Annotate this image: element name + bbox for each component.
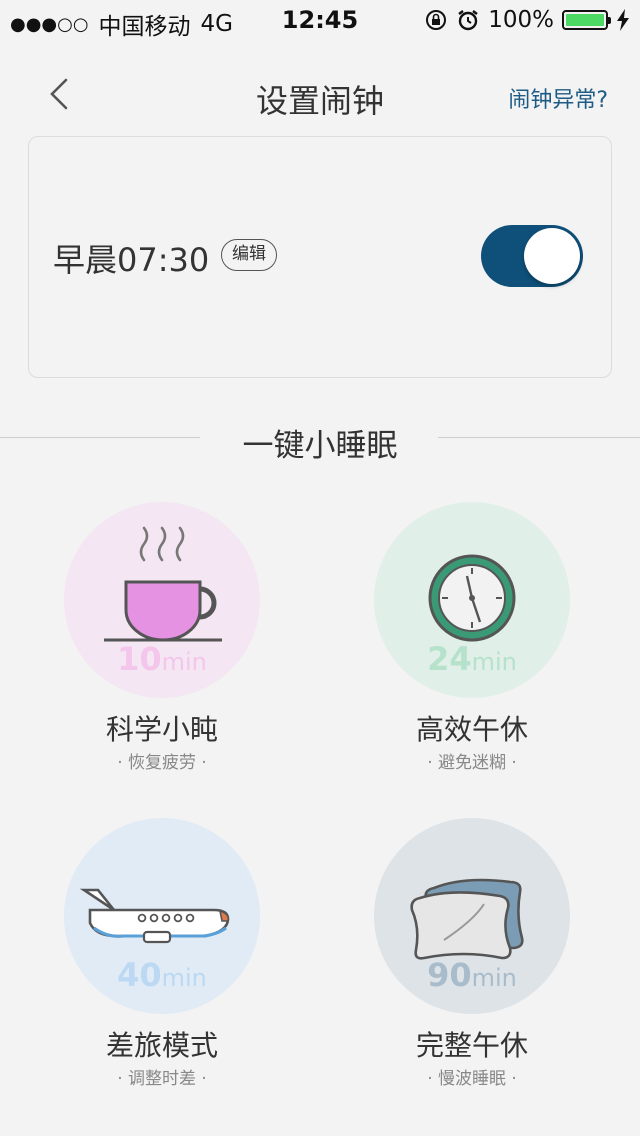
- section-title: 一键小睡眠: [242, 428, 398, 464]
- nap-name: 科学小盹: [105, 713, 218, 746]
- edit-alarm-button[interactable]: 编辑: [221, 239, 277, 271]
- orientation-lock-icon: [426, 10, 447, 30]
- alarm-toggle[interactable]: [481, 225, 583, 287]
- nap-duration: 40min: [117, 956, 207, 994]
- battery-fill: [566, 14, 604, 26]
- nap-duration: 24min: [427, 640, 517, 678]
- nap-duration: 90min: [427, 956, 517, 994]
- nap-subtitle: · 避免迷糊 ·: [427, 753, 517, 773]
- status-bar: ●●●○○ 中国移动 4G 12:45 100%: [0, 0, 640, 40]
- nap-name: 高效午休: [415, 713, 528, 746]
- nap-circle: 90min: [374, 818, 570, 1014]
- toggle-knob: [524, 228, 580, 284]
- alarm-clock-icon: [458, 10, 478, 31]
- nav-bar: 设置闹钟 闹钟异常?: [0, 48, 640, 144]
- alarm-card: 早晨07:30 编辑: [28, 136, 612, 378]
- charging-bolt-icon: [617, 9, 629, 31]
- nap-subtitle: · 调整时差 ·: [117, 1069, 207, 1089]
- battery-percentage: 100%: [488, 7, 554, 33]
- nap-circle: 24min: [374, 502, 570, 698]
- nap-circle: 10min: [64, 502, 260, 698]
- alarm-issue-link[interactable]: 闹钟异常?: [508, 82, 608, 114]
- section-divider: 一键小睡眠: [0, 412, 640, 464]
- battery-icon: [562, 10, 611, 30]
- nap-duration: 10min: [117, 640, 207, 678]
- alarm-time-label: 早晨07:30: [53, 241, 210, 279]
- nap-name: 差旅模式: [105, 1029, 218, 1062]
- nap-option-90min[interactable]: 90min 完整午休 · 慢波睡眠 ·: [342, 818, 602, 1118]
- nap-subtitle: · 恢复疲劳 ·: [117, 753, 207, 773]
- status-right: 100%: [424, 7, 630, 33]
- nap-subtitle: · 慢波睡眠 ·: [427, 1069, 517, 1089]
- divider-line-right: [438, 437, 640, 438]
- nap-name: 完整午休: [415, 1029, 528, 1062]
- nap-circle: 40min: [64, 818, 260, 1014]
- nap-option-24min[interactable]: 24min 高效午休 · 避免迷糊 ·: [342, 502, 602, 802]
- nap-option-10min[interactable]: 10min 科学小盹 · 恢复疲劳 ·: [32, 502, 292, 802]
- nap-option-40min[interactable]: 40min 差旅模式 · 调整时差 ·: [32, 818, 292, 1118]
